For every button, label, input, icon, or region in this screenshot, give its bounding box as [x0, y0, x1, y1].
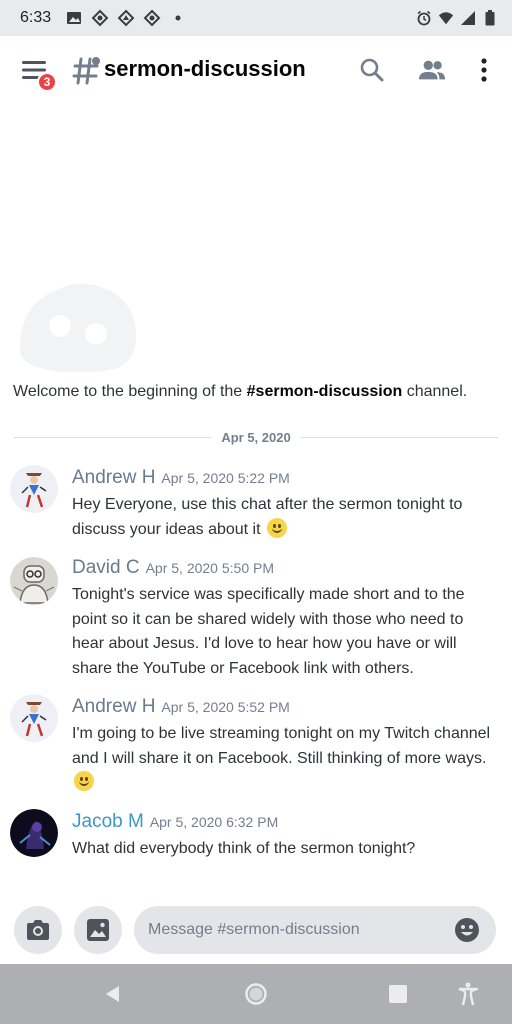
discord-logo-watermark	[14, 276, 138, 373]
divider-date: Apr 5, 2020	[221, 429, 291, 445]
channel-header: sermon-discussion	[0, 36, 512, 104]
recents-icon	[389, 985, 407, 1003]
accessibility-button[interactable]	[456, 982, 480, 1006]
welcome-suffix: channel.	[402, 383, 468, 400]
status-time: 6:33	[20, 9, 52, 26]
unread-badge: 3	[37, 72, 57, 92]
avatar[interactable]	[10, 694, 58, 742]
home-icon	[245, 983, 267, 1005]
search-icon	[360, 58, 384, 82]
avatar[interactable]	[10, 557, 58, 605]
message-timestamp: Apr 5, 2020 5:22 PM	[161, 470, 290, 486]
dot-icon	[169, 9, 187, 27]
message-author[interactable]: Andrew H	[72, 696, 155, 717]
wifi-icon	[438, 9, 454, 27]
message-input[interactable]	[134, 906, 496, 954]
back-button[interactable]	[101, 982, 125, 1006]
emoji-icon	[455, 918, 479, 942]
battery-icon	[482, 9, 498, 27]
status-bar: 6:33	[0, 0, 512, 36]
channel-hash-icon	[72, 53, 100, 87]
members-icon	[418, 60, 446, 80]
welcome-prefix: Welcome to the beginning of the	[13, 383, 247, 400]
more-vertical-icon	[481, 58, 487, 82]
app-notification-icon	[143, 9, 161, 27]
recents-button[interactable]	[386, 982, 410, 1006]
app-notification-icon	[117, 9, 135, 27]
message-timestamp: Apr 5, 2020 6:32 PM	[149, 814, 279, 830]
smiley-emoji-icon	[267, 517, 287, 538]
accessibility-icon	[458, 982, 479, 1006]
gallery-notification-icon	[65, 9, 83, 27]
message-text: Tonight's service was specifically made …	[72, 586, 465, 677]
message-author[interactable]: Jacob M	[72, 811, 144, 832]
message-text: Hey Everyone, use this chat after the se…	[72, 496, 463, 538]
image-icon	[87, 919, 109, 941]
search-button[interactable]	[358, 56, 386, 84]
members-button[interactable]	[418, 56, 446, 84]
home-button[interactable]	[244, 982, 268, 1006]
message-text: What did everybody think of the sermon t…	[72, 840, 416, 857]
signal-icon	[460, 9, 476, 27]
image-button[interactable]	[74, 906, 122, 954]
avatar[interactable]	[10, 465, 58, 513]
date-divider: Apr 5, 2020	[14, 426, 498, 448]
system-nav-bar	[0, 964, 512, 1024]
smiley-emoji-icon	[74, 771, 94, 791]
camera-icon	[27, 920, 49, 940]
emoji-picker-button[interactable]	[454, 917, 480, 943]
app-notification-icon	[91, 9, 109, 27]
welcome-message: Welcome to the beginning of the #sermon-…	[13, 383, 503, 401]
alarm-icon	[416, 9, 432, 27]
message-author[interactable]: Andrew H	[72, 467, 155, 488]
camera-button[interactable]	[14, 906, 62, 954]
more-options-button[interactable]	[470, 56, 498, 84]
channel-title[interactable]: sermon-discussion	[104, 56, 306, 82]
message-timestamp: Apr 5, 2020 5:50 PM	[145, 560, 274, 576]
message-timestamp: Apr 5, 2020 5:52 PM	[161, 699, 290, 715]
message-text: I'm going to be live streaming tonight o…	[72, 722, 492, 796]
message-author[interactable]: David C	[72, 557, 140, 578]
welcome-channel: #sermon-discussion	[246, 383, 403, 400]
avatar[interactable]	[10, 809, 58, 857]
back-icon	[106, 986, 119, 1002]
